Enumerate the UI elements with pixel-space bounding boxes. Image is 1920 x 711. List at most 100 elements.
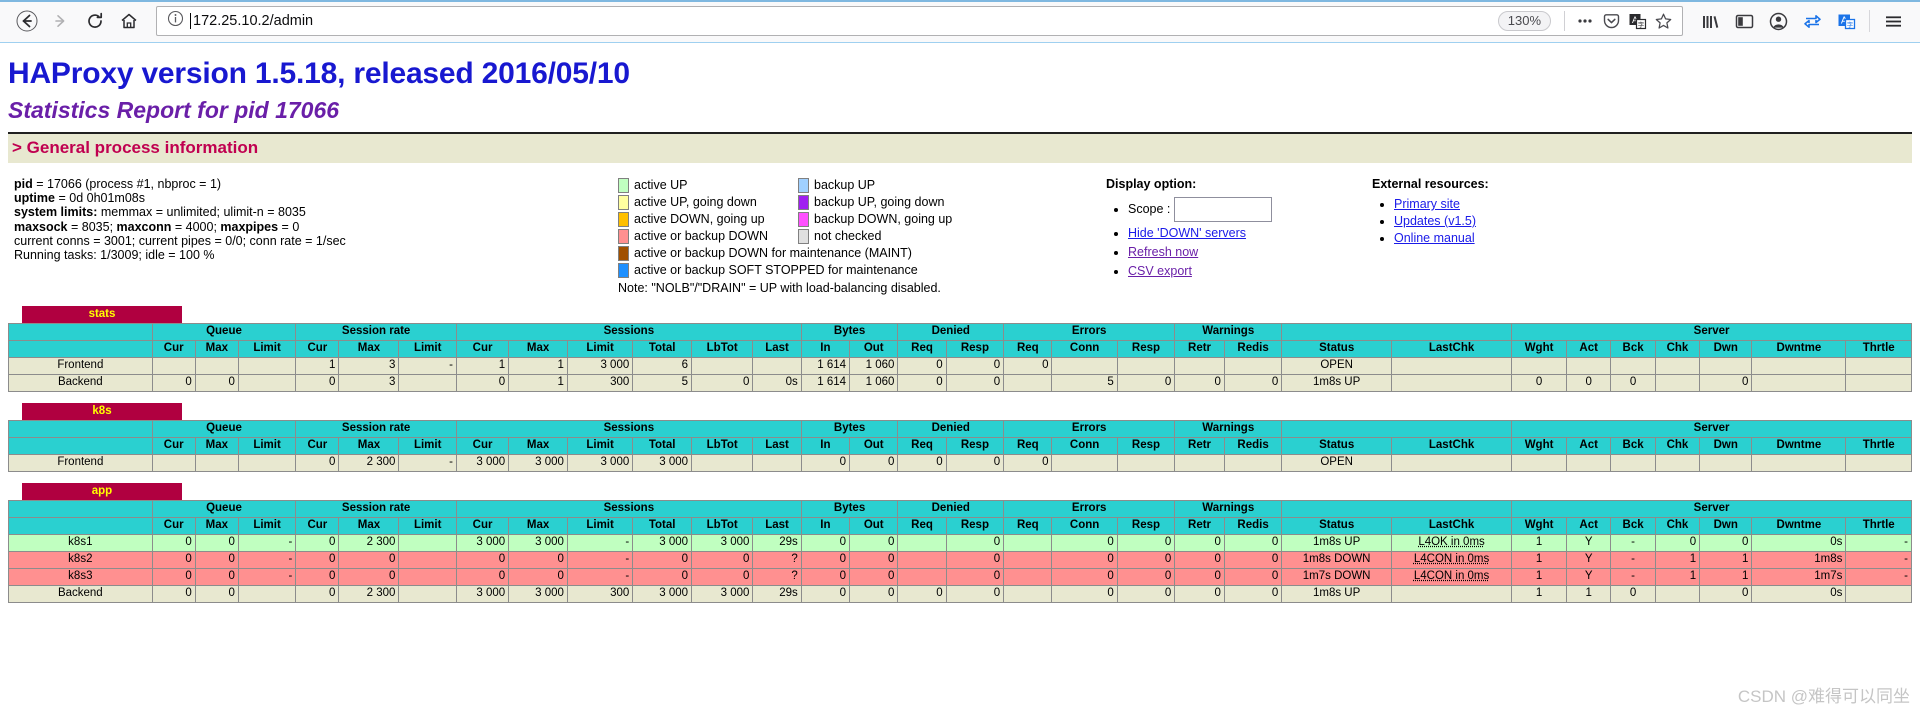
column-header-bck[interactable]: Bck (1610, 517, 1656, 535)
row-label[interactable]: Backend (8, 585, 153, 603)
csv-export-item[interactable]: CSV export (1128, 264, 1316, 279)
column-header-max[interactable]: Max (338, 437, 400, 455)
column-header-status[interactable]: Status (1281, 517, 1392, 535)
hide-down-servers-item[interactable]: Hide 'DOWN' servers (1128, 226, 1316, 241)
column-header-out[interactable]: Out (849, 437, 899, 455)
column-header-limit[interactable]: Limit (237, 517, 297, 535)
column-header-dwntme[interactable]: Dwntme (1751, 340, 1847, 358)
csv-export-link[interactable]: CSV export (1128, 264, 1192, 278)
column-header-dwn[interactable]: Dwn (1699, 340, 1753, 358)
column-header-limit[interactable]: Limit (398, 517, 457, 535)
address-bar[interactable]: 172.25.10.2/admin 130% A 字 (156, 6, 1683, 36)
zoom-level-indicator[interactable]: 130% (1497, 11, 1551, 31)
scope-input[interactable] (1174, 197, 1273, 222)
proxy-name-label[interactable]: app (22, 483, 182, 500)
column-header-req[interactable]: Req (897, 437, 947, 455)
column-header-max[interactable]: Max (508, 340, 568, 358)
column-header-total[interactable]: Total (632, 517, 693, 535)
column-header-lastchk[interactable]: LastChk (1390, 517, 1513, 535)
column-header-dwn[interactable]: Dwn (1699, 437, 1753, 455)
account-icon[interactable] (1761, 4, 1795, 38)
column-header-max[interactable]: Max (508, 517, 568, 535)
forward-button[interactable] (44, 4, 78, 38)
column-header-retr[interactable]: Retr (1174, 517, 1225, 535)
column-header-lastchk[interactable]: LastChk (1390, 437, 1513, 455)
column-header-out[interactable]: Out (849, 517, 899, 535)
column-header-max[interactable]: Max (338, 517, 400, 535)
star-icon[interactable] (1650, 8, 1676, 34)
column-header-dwntme[interactable]: Dwntme (1751, 517, 1847, 535)
column-header-conn[interactable]: Conn (1051, 517, 1118, 535)
column-header-total[interactable]: Total (632, 340, 693, 358)
column-header-limit[interactable]: Limit (237, 340, 297, 358)
updates-item[interactable]: Updates (v1.5) (1394, 214, 1562, 229)
column-header-status[interactable]: Status (1281, 340, 1392, 358)
column-header-cur[interactable]: Cur (151, 437, 196, 455)
column-header-req[interactable]: Req (897, 517, 947, 535)
column-header-last[interactable]: Last (752, 340, 802, 358)
column-header-limit[interactable]: Limit (566, 517, 634, 535)
column-header-conn[interactable]: Conn (1051, 437, 1118, 455)
column-header-thrtle[interactable]: Thrtle (1845, 437, 1912, 455)
column-header-cur[interactable]: Cur (151, 517, 196, 535)
column-header-act[interactable]: Act (1565, 517, 1612, 535)
column-header-thrtle[interactable]: Thrtle (1845, 517, 1912, 535)
online-manual-link[interactable]: Online manual (1394, 231, 1475, 245)
column-header-chk[interactable]: Chk (1654, 517, 1701, 535)
hamburger-menu-icon[interactable] (1876, 4, 1910, 38)
column-header-status[interactable]: Status (1281, 437, 1392, 455)
sidebar-icon[interactable] (1727, 4, 1761, 38)
refresh-now-link[interactable]: Refresh now (1128, 245, 1198, 259)
column-header-resp[interactable]: Resp (945, 437, 1005, 455)
column-header-resp[interactable]: Resp (1116, 437, 1176, 455)
column-header-req[interactable]: Req (897, 340, 947, 358)
column-header-lbtot[interactable]: LbTot (691, 517, 754, 535)
column-header-last[interactable]: Last (752, 517, 802, 535)
hide-down-servers-link[interactable]: Hide 'DOWN' servers (1128, 226, 1246, 240)
column-header-wght[interactable]: Wght (1511, 340, 1567, 358)
column-header-chk[interactable]: Chk (1654, 340, 1701, 358)
translate-panel-icon[interactable]: A 字 (1829, 4, 1863, 38)
column-header-in[interactable]: In (800, 517, 851, 535)
column-header-max[interactable]: Max (194, 340, 239, 358)
column-header-max[interactable]: Max (508, 437, 568, 455)
column-header-redis[interactable]: Redis (1223, 437, 1283, 455)
column-header-max[interactable]: Max (194, 517, 239, 535)
column-header-limit[interactable]: Limit (398, 437, 457, 455)
column-header-wght[interactable]: Wght (1511, 517, 1567, 535)
updates-link[interactable]: Updates (v1.5) (1394, 214, 1476, 228)
online-manual-item[interactable]: Online manual (1394, 231, 1562, 246)
column-header-redis[interactable]: Redis (1223, 517, 1283, 535)
column-header-bck[interactable]: Bck (1610, 437, 1656, 455)
column-header-cur[interactable]: Cur (295, 437, 340, 455)
column-header-in[interactable]: In (800, 340, 851, 358)
column-header-total[interactable]: Total (632, 437, 693, 455)
pocket-icon[interactable] (1598, 8, 1624, 34)
column-header-limit[interactable]: Limit (237, 437, 297, 455)
sync-icon[interactable] (1795, 4, 1829, 38)
library-icon[interactable] (1693, 4, 1727, 38)
row-label[interactable]: k8s1 (8, 534, 153, 552)
column-header-req[interactable]: Req (1003, 437, 1053, 455)
translate-icon[interactable]: A 字 (1624, 8, 1650, 34)
reload-button[interactable] (78, 4, 112, 38)
column-header-resp[interactable]: Resp (945, 517, 1005, 535)
column-header-dwntme[interactable]: Dwntme (1751, 437, 1847, 455)
column-header-req[interactable]: Req (1003, 340, 1053, 358)
column-header-retr[interactable]: Retr (1174, 437, 1225, 455)
url-text[interactable]: 172.25.10.2/admin (190, 13, 1498, 29)
column-header-cur[interactable]: Cur (295, 517, 340, 535)
proxy-name-label[interactable]: k8s (22, 403, 182, 420)
column-header-redis[interactable]: Redis (1223, 340, 1283, 358)
column-header-retr[interactable]: Retr (1174, 340, 1225, 358)
column-header-limit[interactable]: Limit (398, 340, 457, 358)
primary-site-link[interactable]: Primary site (1394, 197, 1460, 211)
column-header-resp[interactable]: Resp (945, 340, 1005, 358)
column-header-chk[interactable]: Chk (1654, 437, 1701, 455)
primary-site-item[interactable]: Primary site (1394, 197, 1562, 212)
column-header-resp[interactable]: Resp (1116, 340, 1176, 358)
refresh-now-item[interactable]: Refresh now (1128, 245, 1316, 260)
column-header-req[interactable]: Req (1003, 517, 1053, 535)
row-label[interactable]: Frontend (8, 357, 153, 375)
column-header-limit[interactable]: Limit (566, 437, 634, 455)
